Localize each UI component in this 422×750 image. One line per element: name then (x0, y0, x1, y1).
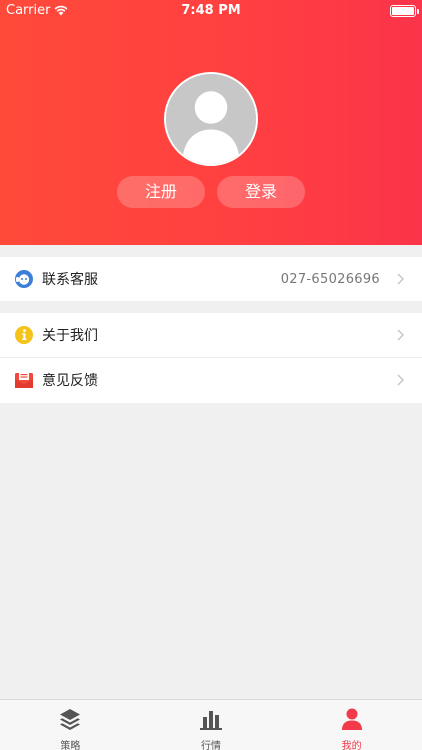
register-button[interactable]: 注册 (117, 176, 205, 208)
chevron-right-icon (394, 273, 406, 285)
tab-label: 策略 (60, 741, 81, 750)
status-bar: Carrier 7:48 PM (0, 0, 422, 22)
info-section: 关于我们 意见反馈 (0, 313, 422, 403)
about-us-row[interactable]: 关于我们 (0, 313, 422, 357)
feedback-row[interactable]: 意见反馈 (0, 357, 422, 402)
mail-icon (14, 370, 34, 390)
tab-strategy[interactable]: 策略 (0, 700, 141, 750)
tab-label: 我的 (341, 741, 362, 750)
tab-bar: 策略 行情 我的 (0, 699, 422, 750)
customer-service-icon (14, 269, 34, 289)
contact-service-row[interactable]: 联系客服 027-65026696 (0, 257, 422, 301)
info-icon (14, 325, 34, 345)
tab-mine[interactable]: 我的 (281, 700, 422, 750)
contact-phone: 027-65026696 (280, 271, 380, 287)
tab-market[interactable]: 行情 (141, 700, 282, 750)
status-time: 7:48 PM (181, 3, 241, 18)
layers-icon (58, 707, 82, 731)
about-us-label: 关于我们 (42, 328, 98, 344)
tab-label: 行情 (201, 741, 221, 750)
profile-header: Carrier 7:48 PM 注册 登录 (0, 0, 422, 245)
chevron-right-icon (394, 329, 406, 341)
battery-icon (390, 5, 419, 17)
contact-service-label: 联系客服 (42, 272, 98, 288)
contact-section: 联系客服 027-65026696 (0, 257, 422, 301)
default-avatar-icon (166, 74, 256, 164)
avatar[interactable] (164, 72, 258, 166)
feedback-label: 意见反馈 (42, 373, 98, 389)
bar-chart-icon (199, 707, 223, 731)
login-button[interactable]: 登录 (217, 176, 305, 208)
chevron-right-icon (394, 374, 406, 386)
person-icon (340, 707, 364, 731)
